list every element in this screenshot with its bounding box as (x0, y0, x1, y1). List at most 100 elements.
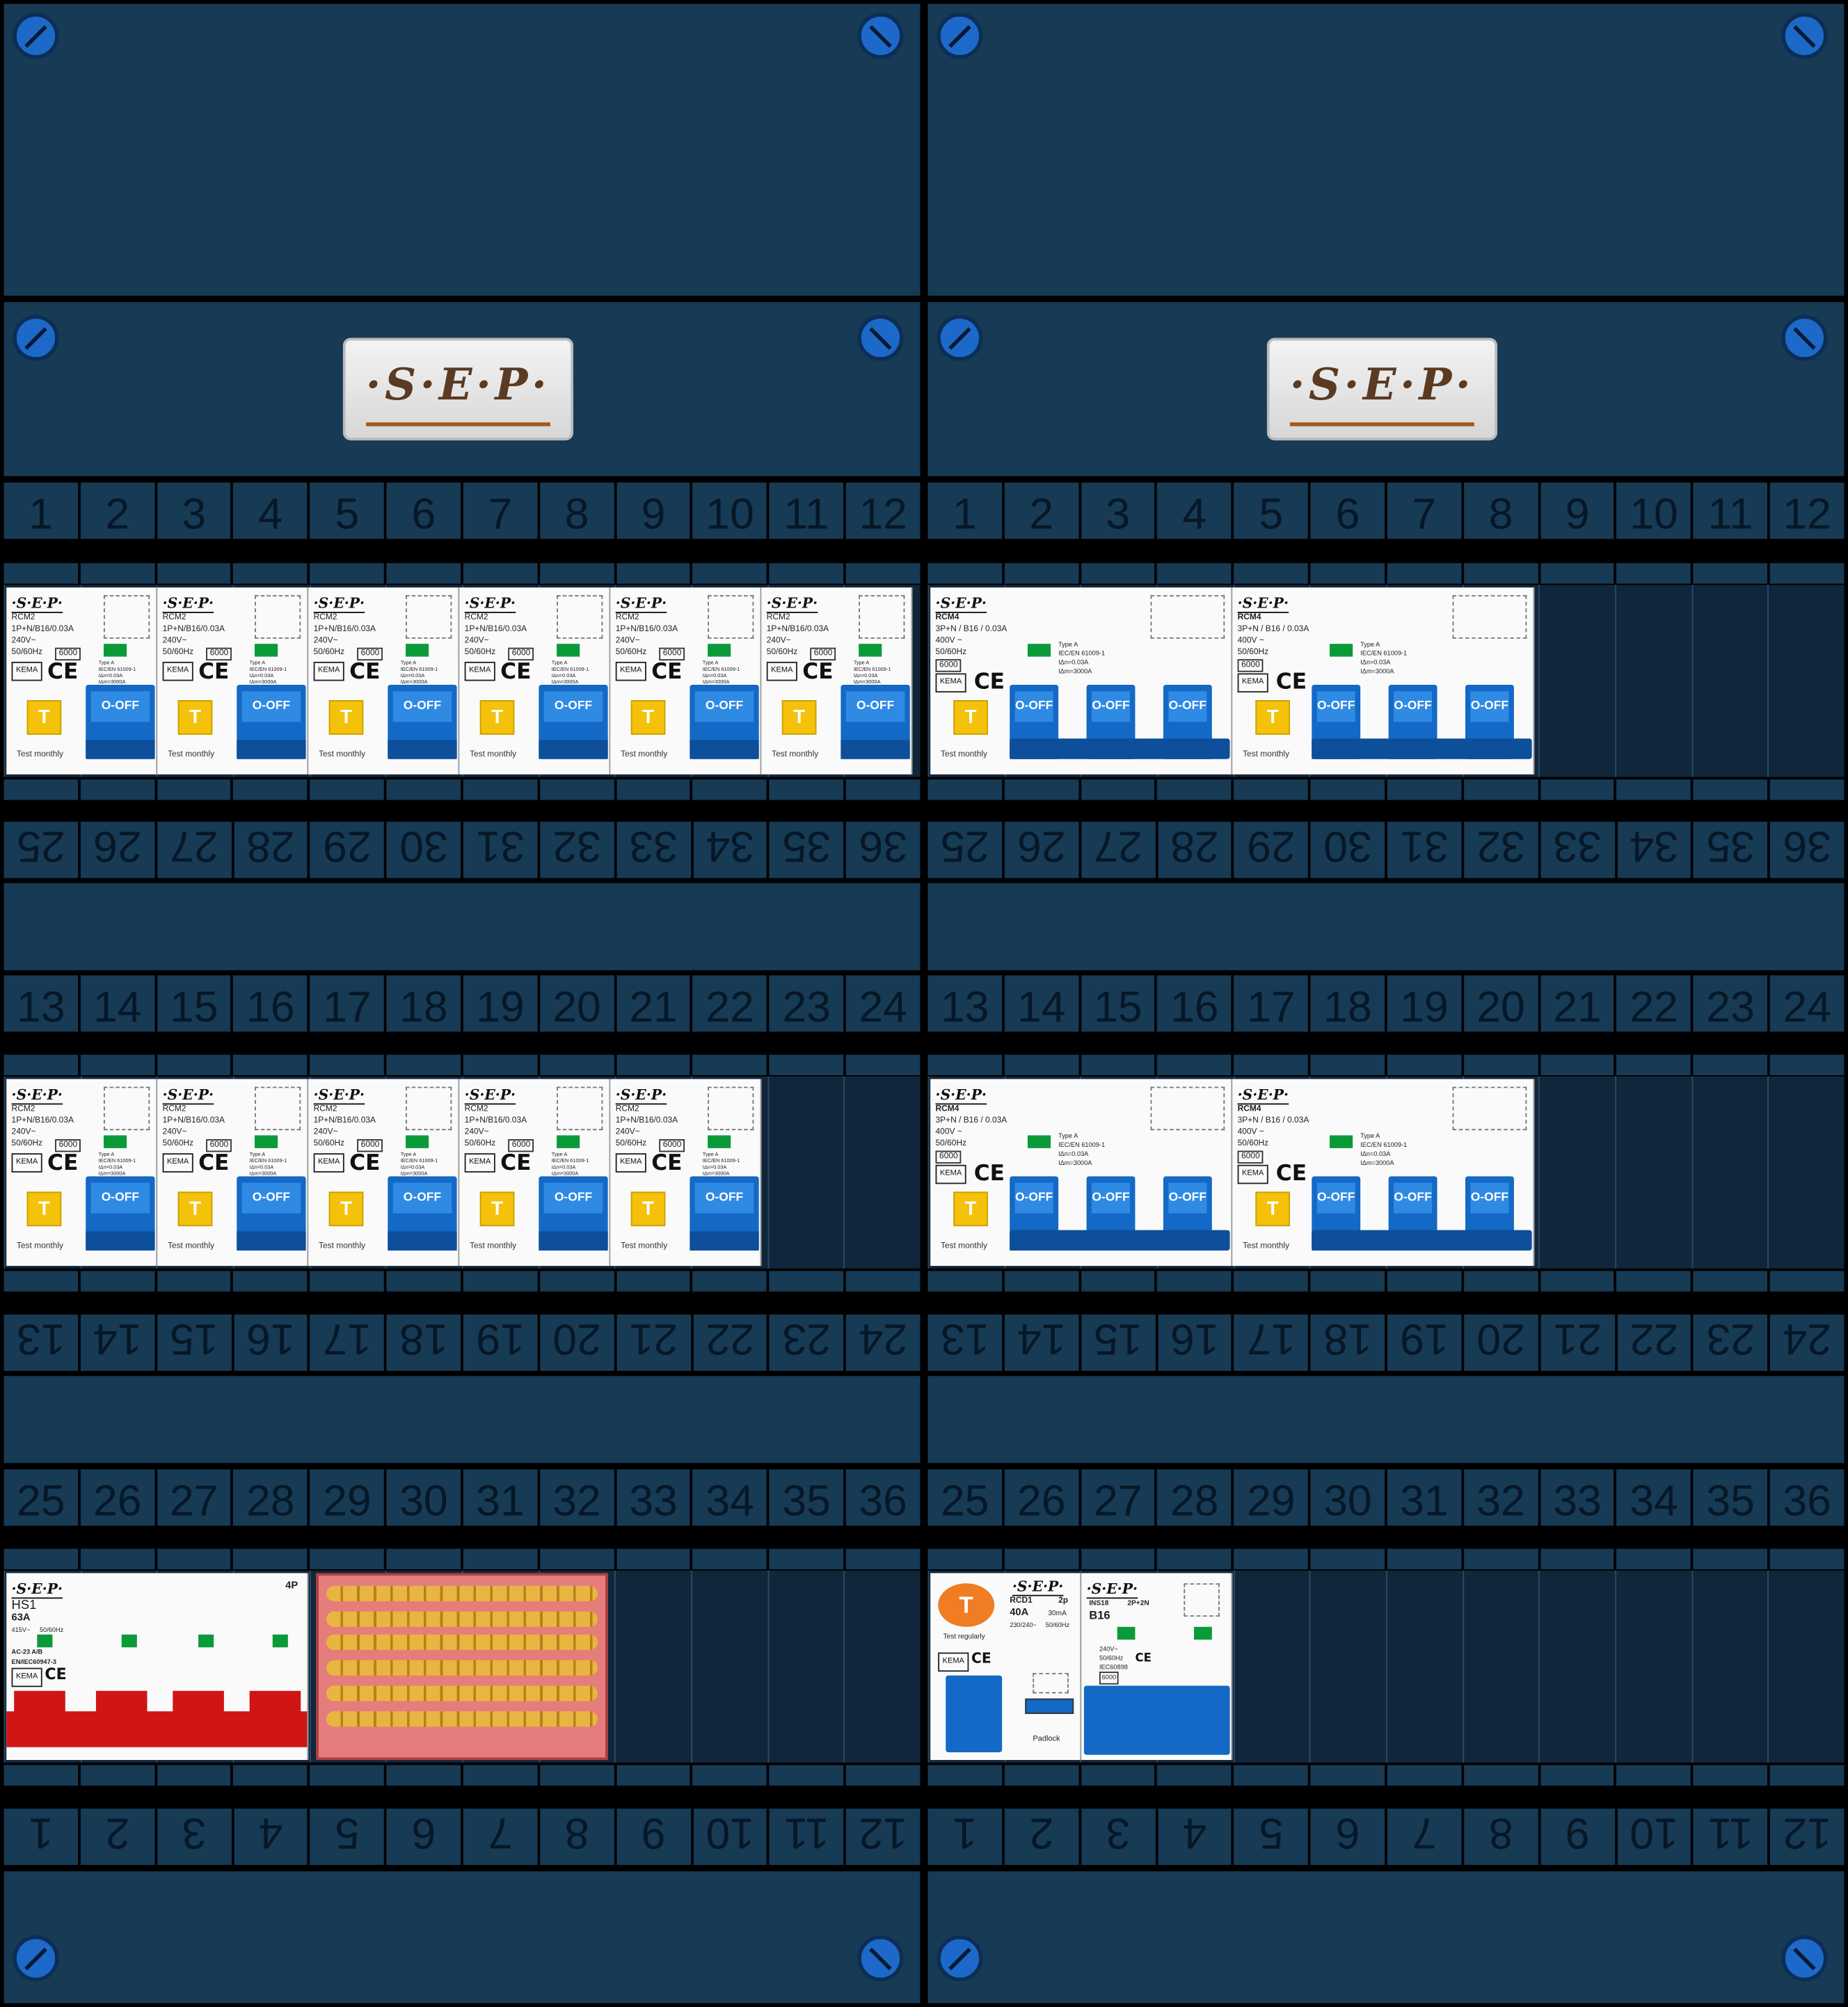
spec-label: 1P+N/B16/0.03A (464, 624, 527, 634)
test-button[interactable]: T (953, 700, 988, 735)
breaker-toggle[interactable]: O-OFF (388, 685, 457, 759)
cover-segment (308, 1548, 385, 1569)
toggle-label: O-OFF (543, 691, 603, 722)
cover-strip (3, 1054, 921, 1076)
module-number: 18 (386, 1314, 463, 1371)
rating-label: 40A (1010, 1606, 1029, 1618)
ce-mark: CE (198, 1150, 230, 1177)
circuit-symbol-icon (103, 595, 150, 639)
module-number: 14 (1001, 975, 1078, 1032)
circuit-symbol-icon (859, 595, 905, 639)
breaker-toggle[interactable]: O-OFF (539, 1176, 608, 1251)
test-button[interactable]: T (630, 700, 666, 735)
module-number: 29 (1234, 821, 1311, 878)
model-label: RCM2 (11, 613, 35, 622)
breaker-toggle[interactable] (1083, 1685, 1230, 1755)
cover-segment (1154, 1271, 1232, 1292)
cover-segment (1538, 1548, 1615, 1569)
toggle-label: O-OFF (1393, 1182, 1433, 1214)
idm-label: IΔm=3000A (249, 678, 277, 685)
test-button[interactable]: T (26, 1191, 62, 1227)
din-rail: T Test regularly ·S·E·P· RCD1 2p 40A 30mA 230/2… (927, 1570, 1845, 1763)
module-number: 16 (230, 975, 308, 1032)
cover-segment (690, 779, 767, 800)
cover-segment (1385, 1548, 1462, 1569)
cover-segment (1078, 1548, 1155, 1569)
toggle-base (841, 740, 910, 759)
module-number: 8 (539, 1808, 616, 1865)
test-button[interactable]: T (479, 1191, 515, 1227)
test-button[interactable]: T (781, 700, 817, 735)
cover-segment (1461, 779, 1538, 800)
module-number: 23 (767, 975, 844, 1032)
breaker-toggle[interactable]: O-OFF (690, 1176, 759, 1251)
module-number: 36 (843, 1469, 921, 1526)
test-button[interactable]: T (630, 1191, 666, 1227)
test-button[interactable]: T (479, 700, 515, 735)
type-label: Type A (853, 659, 870, 666)
cover-segment (384, 779, 461, 800)
module-number: 25 (3, 1469, 78, 1526)
spec-label: 1P+N/B16/0.03A (11, 1116, 74, 1125)
breaker-toggle[interactable]: O-OFF (86, 1176, 155, 1251)
std-label: IEC/EN 61009-1 (249, 665, 287, 672)
test-button[interactable]: T (328, 1191, 364, 1227)
cover-segment (3, 1054, 78, 1076)
idm-label: IΔm=3000A (249, 1170, 277, 1177)
rcd-handle[interactable] (946, 1675, 1003, 1753)
toggle-bar (1010, 738, 1230, 759)
module-number: 15 (1078, 975, 1155, 1032)
test-button[interactable]: T (177, 1191, 213, 1227)
module-number: 36 (1770, 821, 1845, 878)
module-number: 4 (1157, 1808, 1234, 1865)
status-indicator (557, 644, 580, 657)
cover-segment (1538, 563, 1615, 584)
freq-label: 50/60Hz (313, 1139, 345, 1148)
voltage-label: 240V~ (313, 1127, 338, 1137)
module-number: 9 (1540, 1808, 1617, 1865)
cover-segment (1614, 563, 1691, 584)
breaker-toggle[interactable]: O-OFF (841, 685, 910, 759)
switch-handle (173, 1690, 224, 1714)
ce-mark: CE (500, 1150, 532, 1177)
cover-segment (77, 1548, 154, 1569)
model-label: RCM2 (615, 613, 639, 622)
breaker-toggle[interactable]: O-OFF (237, 685, 306, 759)
breaker-toggle[interactable]: O-OFF (690, 685, 759, 759)
idn-label: IΔn=0.03A (400, 1163, 425, 1171)
toggle-label: O-OFF (392, 691, 452, 722)
rcbo-rcm2: ·S·E·P· RCM2 1P+N/B16/0.03A 240V~ 50/60Hz 600… (610, 1079, 762, 1267)
breaker-toggle[interactable]: O-OFF (86, 685, 155, 759)
test-button[interactable]: T (328, 700, 364, 735)
rating-label: 6000 (1237, 1150, 1264, 1164)
cover-segment (1231, 779, 1309, 800)
cover-segment (767, 1054, 844, 1076)
model-label: RCM2 (464, 1104, 488, 1114)
test-button[interactable]: T (953, 1191, 988, 1227)
test-button[interactable]: T (938, 1583, 995, 1627)
module-number: 24 (1770, 1314, 1845, 1371)
kema-mark: KEMA (11, 1667, 42, 1688)
breaker-toggle[interactable]: O-OFF (237, 1176, 306, 1251)
test-monthly-label: Test monthly (167, 749, 215, 759)
screw-icon (857, 13, 904, 59)
cover-segment (1308, 1548, 1385, 1569)
test-button[interactable]: T (177, 700, 213, 735)
idn-label: IΔn=0.03A (1058, 659, 1089, 667)
test-button[interactable]: T (26, 700, 62, 735)
idn-label: IΔn=0.03A (249, 672, 274, 679)
screw-icon (13, 1935, 59, 1982)
test-button[interactable]: T (1255, 1191, 1291, 1227)
cover-segment (1231, 563, 1309, 584)
breaker-toggle[interactable]: O-OFF (539, 685, 608, 759)
switch-handle-bar[interactable] (6, 1711, 308, 1747)
circuit-symbol-icon (1150, 1086, 1225, 1131)
screw-icon (1781, 13, 1828, 59)
cover-segment (614, 1054, 691, 1076)
ce-mark: CE (802, 659, 834, 685)
status-indicator (198, 1634, 214, 1648)
test-button[interactable]: T (1255, 700, 1291, 735)
spec-label: 1P+N/B16/0.03A (615, 624, 678, 634)
cover-segment (1767, 1054, 1845, 1076)
breaker-toggle[interactable]: O-OFF (388, 1176, 457, 1251)
